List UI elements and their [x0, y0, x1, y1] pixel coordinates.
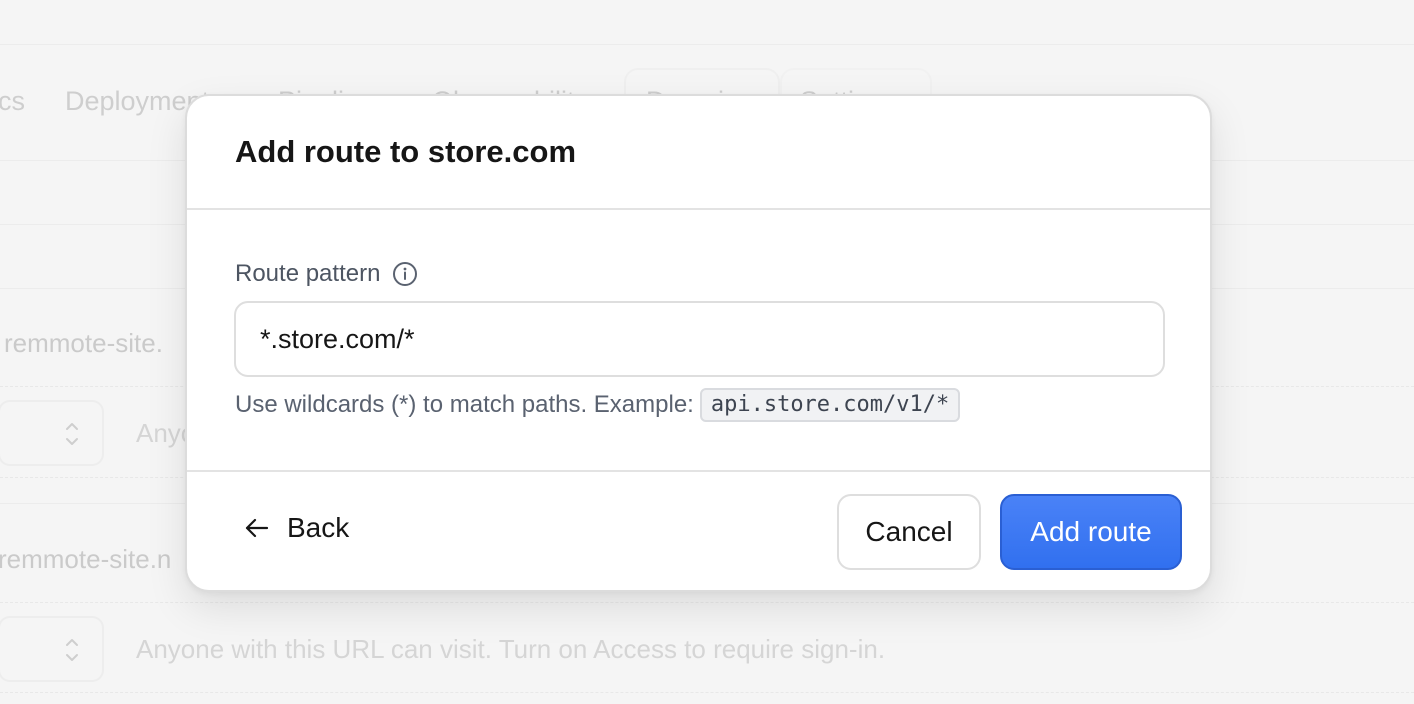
hint-text: Use wildcards (*) to match paths. Exampl…	[235, 391, 694, 418]
back-label: Back	[287, 512, 350, 543]
cancel-button[interactable]: Cancel	[837, 494, 981, 570]
add-route-button[interactable]: Add route	[1000, 494, 1182, 570]
route-pattern-label-row: Route pattern	[235, 260, 418, 288]
dialog-footer: Back Cancel Add route	[187, 470, 1210, 590]
route-pattern-label: Route pattern	[235, 260, 381, 287]
dialog-header: Add route to store.com	[187, 96, 1210, 210]
route-pattern-input[interactable]	[234, 301, 1165, 377]
hint-example-code: api.store.com/v1/*	[699, 388, 961, 422]
add-route-dialog: Add route to store.com Route pattern Use…	[185, 94, 1212, 592]
dialog-title: Add route to store.com	[235, 134, 577, 169]
back-button[interactable]: Back	[243, 512, 349, 544]
arrow-left-icon	[245, 518, 269, 538]
info-icon[interactable]	[392, 261, 418, 287]
route-pattern-hint: Use wildcards (*) to match paths. Exampl…	[235, 388, 961, 422]
